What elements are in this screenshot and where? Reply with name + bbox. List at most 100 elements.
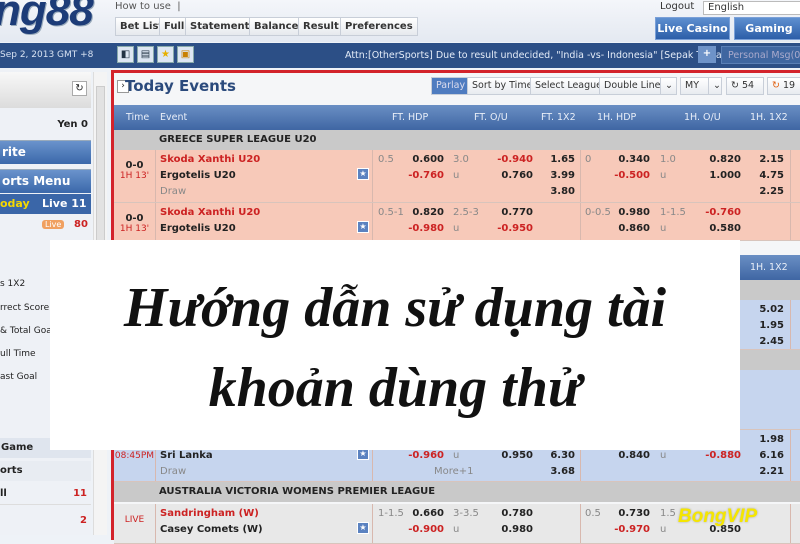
handicap-line: 0.5-1	[378, 207, 404, 218]
column-divider	[790, 504, 791, 543]
column-header-time[interactable]: Time	[126, 112, 149, 123]
gaming-button[interactable]: Gaming	[734, 17, 800, 40]
sidebar-item-all[interactable]: ll 11	[0, 483, 91, 505]
odds-value[interactable]: 1.98	[759, 432, 784, 448]
logout-link[interactable]: Logout	[660, 1, 694, 13]
favorite-header[interactable]: rite	[0, 140, 91, 164]
tab-result[interactable]: Result	[298, 17, 344, 36]
menu-item-correct-score[interactable]: rrect Score	[0, 303, 49, 313]
select-league-button[interactable]: Select League	[530, 77, 608, 95]
odds-value[interactable]: -0.940	[497, 152, 533, 168]
expand-announcement-button[interactable]: +	[698, 46, 716, 63]
odds-value[interactable]: 5.02	[759, 302, 784, 318]
tab-balance[interactable]: Balance	[249, 17, 304, 36]
info-bar: Sep 2, 2013 GMT +8 ◧ ▤ ★ ▣ Attn:[OtherSp…	[0, 43, 800, 68]
how-to-use-link[interactable]: How to use |	[115, 1, 181, 13]
account-panel: ↻	[0, 72, 91, 108]
tab-live[interactable]: Live 11	[42, 197, 87, 210]
favorite-star-icon[interactable]: ★	[157, 46, 174, 63]
handicap-line: 1-1.5	[378, 508, 404, 519]
odds-value[interactable]: 0.950	[501, 448, 533, 464]
odds-value[interactable]: 3.99	[550, 168, 575, 184]
menu-item-total-goal[interactable]: & Total Goal	[0, 326, 54, 336]
odds-value[interactable]: 1.000	[709, 168, 741, 184]
odds-value[interactable]: 0.980	[618, 205, 650, 221]
odds-value[interactable]: 3.68	[550, 464, 575, 480]
odds-value[interactable]: 0.840	[618, 448, 650, 464]
odds-value[interactable]: 3.80	[550, 184, 575, 200]
tab-today[interactable]: oday	[0, 197, 30, 210]
odds-value[interactable]: -0.950	[497, 221, 533, 237]
live-badge: Live	[42, 220, 65, 229]
chevron-down-icon[interactable]: ⌄	[660, 77, 677, 95]
odds-value[interactable]: -0.880	[705, 448, 741, 464]
chevron-down-icon[interactable]: ⌄	[708, 77, 722, 95]
personal-message-button[interactable]: Personal Msg(0)	[721, 46, 800, 64]
column-header-ft-1x2[interactable]: FT. 1X2	[541, 112, 576, 123]
add-favorite-icon[interactable]: ★	[357, 221, 369, 233]
odds-value[interactable]: 4.75	[759, 168, 784, 184]
column-header-1h-ou[interactable]: 1H. O/U	[684, 112, 721, 123]
odds-value[interactable]: 2.21	[759, 464, 784, 480]
menu-item-1x2[interactable]: s 1X2	[0, 279, 25, 289]
sort-by-time-button[interactable]: Sort by Time	[467, 77, 538, 95]
column-header-1h-hdp[interactable]: 1H. HDP	[597, 112, 636, 123]
tv-icon[interactable]: ▣	[177, 46, 194, 63]
column-header-event[interactable]: Event	[160, 112, 187, 123]
odds-value[interactable]: 2.15	[759, 152, 784, 168]
odds-value[interactable]: -0.760	[408, 168, 444, 184]
add-favorite-icon[interactable]: ★	[357, 168, 369, 180]
print-icon[interactable]: ▤	[137, 46, 154, 63]
column-header-ft-ou[interactable]: FT. O/U	[474, 112, 508, 123]
odds-value[interactable]: -0.500	[614, 168, 650, 184]
odds-value[interactable]: 0.760	[501, 168, 533, 184]
odds-value[interactable]: -0.900	[408, 522, 444, 538]
refresh-button[interactable]: ↻ 54	[726, 77, 764, 95]
tab-preferences[interactable]: Preferences	[340, 17, 418, 36]
language-select[interactable]: English	[703, 1, 800, 15]
odds-value[interactable]: 0.730	[618, 506, 650, 522]
odds-value[interactable]: 0.580	[709, 221, 741, 237]
odds-value[interactable]: 1.95	[759, 318, 784, 334]
odds-value[interactable]: 0.820	[709, 152, 741, 168]
odds-value[interactable]: 0.340	[618, 152, 650, 168]
announcement-ticker[interactable]: Attn:[OtherSports] Due to result undecid…	[345, 50, 729, 61]
top-header: ng88 How to use | Logout English Bet Lis…	[0, 0, 800, 42]
column-divider	[790, 203, 791, 240]
refresh-live-button[interactable]: ↻ 19	[767, 77, 800, 95]
parlay-button[interactable]: Parlay	[431, 77, 471, 95]
odds-value[interactable]: -0.960	[408, 448, 444, 464]
column-divider	[580, 150, 581, 202]
odds-value[interactable]: 0.980	[501, 522, 533, 538]
odds-value[interactable]: 0.600	[412, 152, 444, 168]
odds-value[interactable]: 2.25	[759, 184, 784, 200]
menu-item-full-time[interactable]: ull Time	[0, 349, 36, 359]
add-favorite-icon[interactable]: ★	[357, 522, 369, 534]
balance-value: Yen 0	[57, 119, 88, 130]
odds-value[interactable]: 0.660	[412, 506, 444, 522]
odds-value[interactable]: -0.980	[408, 221, 444, 237]
column-header-ft-hdp[interactable]: FT. HDP	[392, 112, 428, 123]
column-header-1h-1x2[interactable]: 1H. 1X2	[750, 262, 788, 273]
handicap-line: 1.5	[660, 508, 676, 519]
odds-value[interactable]: 2.45	[759, 334, 784, 350]
sidebar-item-other[interactable]: 2	[0, 510, 91, 532]
column-header-1h-1x2[interactable]: 1H. 1X2	[750, 112, 788, 123]
odds-value[interactable]: -0.970	[614, 522, 650, 538]
logo[interactable]: ng88	[0, 0, 94, 36]
odds-value[interactable]: 6.16	[759, 448, 784, 464]
odds-value[interactable]: -0.760	[705, 205, 741, 221]
collapse-icon[interactable]: ◧	[117, 46, 134, 63]
odds-value[interactable]: 0.820	[412, 205, 444, 221]
menu-item-last-goal[interactable]: ast Goal	[0, 372, 37, 382]
odds-value[interactable]: 0.780	[501, 506, 533, 522]
odds-value[interactable]: 0.770	[501, 205, 533, 221]
watermark-logo: BongVIP	[678, 506, 758, 527]
odds-value[interactable]: 0.860	[618, 221, 650, 237]
live-casino-button[interactable]: Live Casino	[655, 17, 730, 40]
more-bets-link[interactable]: More+1	[434, 464, 474, 480]
odds-value[interactable]: 6.30	[550, 448, 575, 464]
refresh-icon[interactable]: ↻	[72, 81, 87, 96]
tab-statement[interactable]: Statement	[185, 17, 255, 36]
odds-value[interactable]: 1.65	[550, 152, 575, 168]
